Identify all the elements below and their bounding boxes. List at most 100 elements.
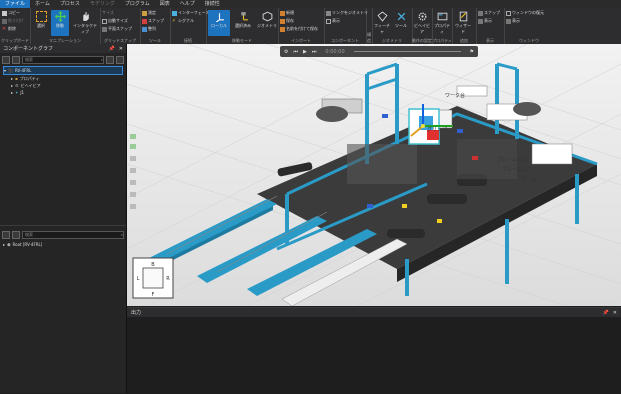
scene-label-2: グリッパー xyxy=(427,127,453,133)
delete-button[interactable]: ✕ 削除 xyxy=(2,26,16,32)
component-graph-header: コンポーネントグラフ 📌 ✕ xyxy=(0,44,126,53)
search-icon: ⌕ xyxy=(120,231,123,237)
move-button[interactable]: 移動 xyxy=(51,10,69,36)
collapse-all-icon[interactable] xyxy=(2,55,10,64)
tree-item-behaviors[interactable]: ▸ ⚙ ビヘイビア xyxy=(3,82,123,89)
tool-snap-button[interactable]: スナップ xyxy=(142,18,164,24)
align-button[interactable]: 整列 xyxy=(142,26,156,32)
signal-button[interactable]: ⚡ シグナル xyxy=(172,18,194,24)
interactive-button[interactable]: インタラクティブ xyxy=(72,10,98,36)
filter-icon[interactable] xyxy=(106,55,114,64)
link-geometry-button[interactable]: リンクをジオメトリ xyxy=(326,10,368,16)
rewind-icon[interactable]: ⏮ xyxy=(293,49,298,55)
interface-button[interactable]: インターフェース xyxy=(172,10,210,16)
display-snap-button[interactable]: スナップ xyxy=(478,10,500,16)
measure-button[interactable]: 測定 xyxy=(142,10,156,16)
menu-program[interactable]: プログラム xyxy=(120,0,155,8)
feature-button[interactable]: フィーチャ xyxy=(373,10,391,36)
window-display-button[interactable]: 表示 xyxy=(506,18,520,24)
scene-svg: B L R F xyxy=(127,44,621,306)
save-icon xyxy=(280,18,285,24)
expand-icon[interactable]: ▾ xyxy=(4,67,6,74)
tools-group: 測定 スナップ 整列 ツール xyxy=(140,8,171,44)
mode-group: ローカル 選択済み ジオメトリ 移動モード xyxy=(206,8,279,44)
speed-icon[interactable]: ⚑ xyxy=(470,49,474,55)
step-icon[interactable]: ⏭ xyxy=(312,49,317,55)
property-button[interactable]: プロパティ xyxy=(433,10,451,36)
output-panel: 出力 📌 ✕ xyxy=(127,307,621,394)
menu-file[interactable]: ファイル xyxy=(0,0,31,8)
align-icon xyxy=(142,26,147,32)
panel-divider[interactable] xyxy=(0,225,126,226)
tree-item-properties[interactable]: ▸ ▪ プロパティ xyxy=(3,75,123,82)
pin-icon[interactable]: 📌 xyxy=(603,310,609,316)
copy-button[interactable]: コピー xyxy=(2,10,20,16)
menu-bar: ファイル ホーム プロセス モデリング プログラム 図表 ヘルプ 接続性 xyxy=(0,0,621,8)
menu-drawing[interactable]: 図表 xyxy=(155,0,175,8)
play-icon[interactable]: ▶ xyxy=(303,49,307,55)
pin-icon[interactable]: 📌 xyxy=(109,46,115,52)
import-group: 新規 保存 名前を付けて保存 インポート xyxy=(278,8,325,44)
paste-icon xyxy=(2,18,7,24)
checkbox-checked-icon xyxy=(102,18,107,24)
expand-all-icon[interactable] xyxy=(12,55,20,64)
grid-size-label: サイズ xyxy=(102,10,114,15)
paste-button[interactable]: 貼り付け xyxy=(2,18,24,24)
viewport-tool-icons[interactable] xyxy=(130,134,136,209)
grid-snap-group: サイズ 自動サイズ 平面スナップ グリッドスナップ xyxy=(100,8,141,44)
behavior-button[interactable]: ビヘイビア xyxy=(413,10,431,36)
menu-modeling[interactable]: モデリング xyxy=(85,0,120,8)
plane-snap-button[interactable]: 平面スナップ xyxy=(102,26,132,32)
sim-timer: 0:00:00 xyxy=(325,48,345,55)
save-as-button[interactable]: 名前を付けて保存 xyxy=(280,26,318,32)
behaviour-group: ビヘイビア 動作の設定 xyxy=(412,8,433,44)
selected-axis-icon xyxy=(240,12,248,21)
svg-text:F: F xyxy=(152,292,155,298)
settings-icon[interactable] xyxy=(116,55,124,64)
selected-mode-button[interactable]: 選択済み xyxy=(232,10,254,36)
expand-icon[interactable]: ▸ xyxy=(11,75,13,82)
menu-home[interactable]: ホーム xyxy=(30,0,55,8)
component-search-input[interactable]: 検索 ⌕ xyxy=(22,55,104,64)
menu-process[interactable]: プロセス xyxy=(55,0,85,8)
show-component-button[interactable]: 表示 xyxy=(326,18,340,24)
display-toggle-icon xyxy=(478,18,483,24)
geometry-icon xyxy=(262,11,272,22)
geometry-mode-button[interactable]: ジオメトリ xyxy=(256,10,278,36)
speed-slider[interactable] xyxy=(353,51,461,52)
tree-item-root[interactable]: ▾ ⬛ RV-4FRL xyxy=(3,66,123,75)
3d-viewport[interactable]: B L R F ⚙ ⏮ ▶ ⏭ 0:00:00 ⚑ ワーク台 グリッパー プレー… xyxy=(127,44,621,306)
close-icon[interactable]: ✕ xyxy=(119,46,123,52)
expand-icon[interactable]: ▸ xyxy=(11,89,13,96)
scene-label-5: アーム xyxy=(522,177,537,183)
view-cube[interactable]: B L R F xyxy=(132,257,174,299)
copy-icon xyxy=(2,10,7,16)
menu-connectivity[interactable]: 接続性 xyxy=(200,0,225,8)
ribbon: コピー 貼り付け ✕ 削除 クリップボード 選択 移動 インタラクティブ マニプレ… xyxy=(0,8,621,45)
local-mode-button[interactable]: ローカル xyxy=(208,10,230,36)
close-icon[interactable]: ✕ xyxy=(613,310,617,316)
svg-text:R: R xyxy=(166,276,170,282)
auto-size-checkbox[interactable]: 自動サイズ xyxy=(102,18,128,24)
geometry-tool-button[interactable]: ツール xyxy=(392,10,410,36)
expand-all-icon[interactable] xyxy=(12,230,20,239)
node-search-input[interactable]: 検索 ⌕ xyxy=(22,230,124,239)
expand-icon[interactable]: ▸ xyxy=(11,82,13,89)
select-icon xyxy=(35,11,47,22)
gear-icon xyxy=(418,12,426,21)
select-button[interactable]: 選択 xyxy=(32,10,50,36)
tree-item-root-node[interactable]: ▸ ⬢ Root [RV-4FRL] xyxy=(3,241,123,248)
new-button[interactable]: 新規 xyxy=(280,10,294,16)
save-button[interactable]: 保存 xyxy=(280,18,294,24)
collapse-all-icon[interactable] xyxy=(2,230,10,239)
wizard-button[interactable]: ウィザード xyxy=(454,10,472,36)
tree-item-j1[interactable]: ▸ ✦ J1 xyxy=(3,89,123,96)
window-restore-button[interactable]: ウィンドウの復元 xyxy=(506,10,544,16)
link-icon xyxy=(326,10,331,16)
expand-icon[interactable]: ▸ xyxy=(3,241,5,248)
settings-gear-icon[interactable]: ⚙ xyxy=(284,49,288,55)
manipulation-group: 選択 移動 インタラクティブ マニプレーション xyxy=(30,8,101,44)
display-toggle-button[interactable]: 表示 xyxy=(478,18,492,24)
clipboard-group: コピー 貼り付け ✕ 削除 クリップボード xyxy=(0,8,31,44)
menu-help[interactable]: ヘルプ xyxy=(175,0,200,8)
